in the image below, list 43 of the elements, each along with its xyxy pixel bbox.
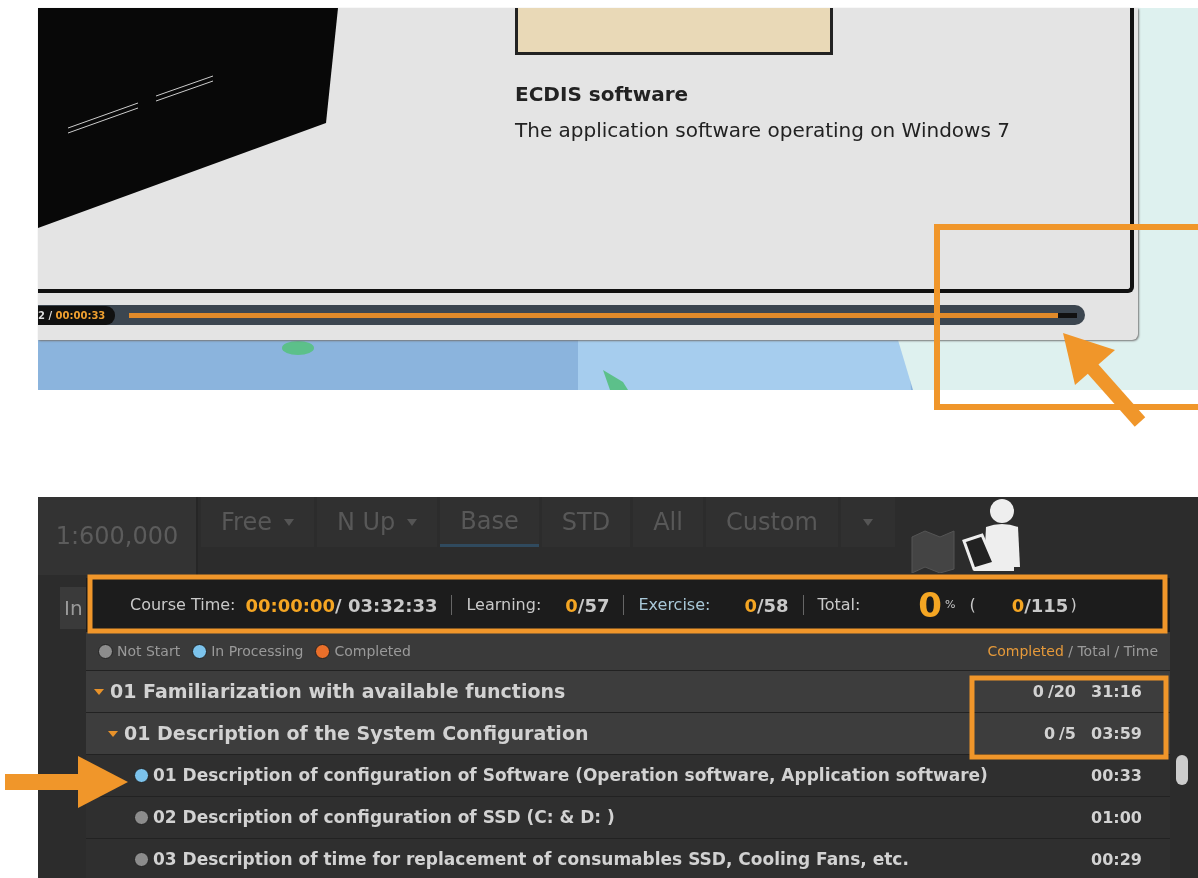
row-title: 01 Description of the System Configuration — [124, 721, 590, 747]
row-title: 03 Description of time for replacement of consumables SSD, Cooling Fans, etc. — [153, 847, 910, 871]
video-time: 2 / 00:00:33 — [38, 305, 116, 325]
scrollbar-thumb[interactable] — [1176, 755, 1188, 785]
row-title: 01 Familiarization with available functions — [110, 679, 567, 705]
stat-value: 0 — [744, 593, 757, 618]
paren: ) — [1070, 594, 1077, 616]
stat-label: Total: — [817, 594, 861, 616]
stat-label: Learning: — [466, 594, 542, 616]
paren: ( — [969, 594, 976, 616]
legend-label: Completed — [334, 641, 411, 661]
completed-count: 0 — [1043, 723, 1055, 743]
row-title: 01 Description of configuration of Software (Operation software, Application software) — [153, 763, 989, 787]
total-count: /20 — [1047, 681, 1076, 701]
stat-value: 0 — [565, 593, 578, 618]
percent-value: 0 — [918, 588, 942, 622]
stat-label: Course Time: — [130, 594, 236, 616]
side-tab[interactable]: In — [60, 587, 86, 629]
row-time: 31:16 — [1090, 680, 1142, 703]
stat-value: /115 — [1024, 593, 1069, 618]
column-header: Completed / Total / Time — [987, 641, 1158, 661]
completed-count: 0 — [1032, 681, 1044, 701]
slide-description: The application software operating on Windows 7 — [515, 117, 1010, 144]
stat-value: 0 — [1011, 593, 1025, 618]
stat-value: 00:00:00 — [245, 593, 336, 618]
lesson-row[interactable]: 01 Description of configuration of Software (Operation software, Application software) 00:33 — [86, 754, 1170, 796]
slide-title: ECDIS software — [515, 81, 690, 108]
legend-label: Not Start — [117, 641, 181, 661]
row-time: 00:33 — [1090, 764, 1142, 787]
stat-value: /57 — [577, 593, 610, 618]
stat-value: /58 — [756, 593, 789, 618]
row-time: 03:59 — [1090, 722, 1142, 745]
stat-value: / 03:32:33 — [335, 593, 438, 618]
lesson-row[interactable]: 02 Description of configuration of SSD (C: & D: ) 01:00 — [86, 796, 1170, 838]
percent-sign: % — [945, 596, 956, 613]
row-time: 01:00 — [1090, 806, 1142, 829]
map-icon — [909, 529, 956, 573]
stat-label: Exercise: — [638, 594, 711, 616]
row-title: 02 Description of configuration of SSD (C: & D: ) — [153, 805, 616, 829]
row-time: 00:29 — [1090, 848, 1142, 871]
lesson-row[interactable]: 03 Description of time for replacement of consumables SSD, Cooling Fans, etc. 00:29 — [86, 838, 1170, 878]
total-count: /5 — [1059, 723, 1076, 743]
legend-label: In Processing — [211, 641, 304, 661]
